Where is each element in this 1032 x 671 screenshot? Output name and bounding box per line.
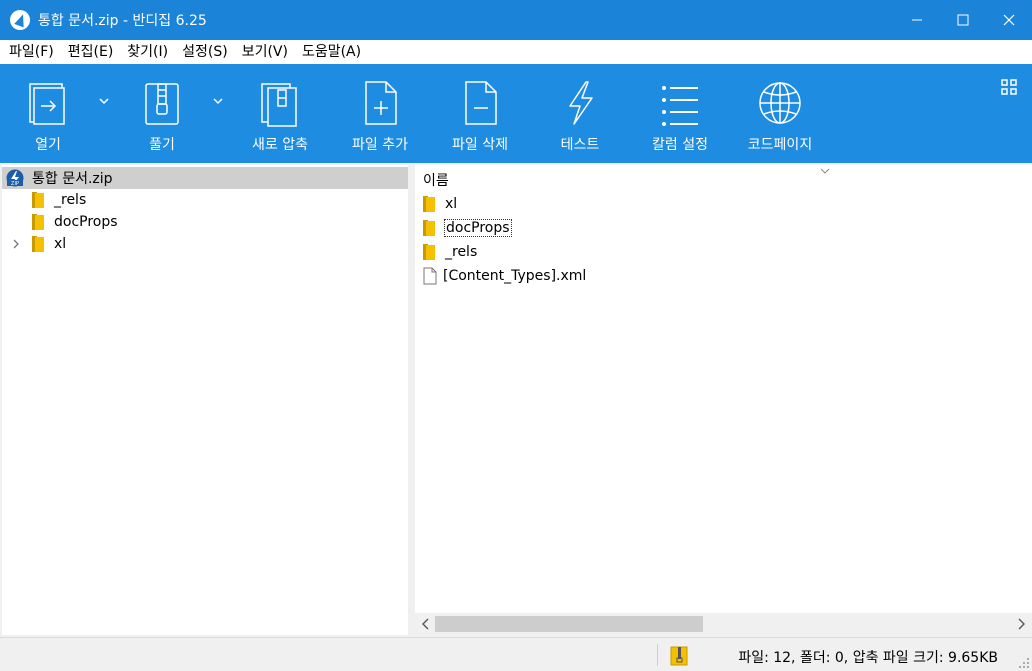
list-item-content-types[interactable]: [Content_Types].xml xyxy=(423,265,586,287)
file-list: 이름 xl docProps _rels [Content_Types].xml xyxy=(415,165,1032,635)
extract-dropdown-icon[interactable] xyxy=(211,94,225,108)
list-columns-icon xyxy=(662,86,698,126)
close-icon xyxy=(1003,14,1015,26)
list-item-label: xl xyxy=(445,196,458,212)
globe-icon xyxy=(759,82,801,124)
open-archive-icon xyxy=(29,83,65,125)
pane-splitter[interactable] xyxy=(409,165,414,635)
tree-item-docprops[interactable]: docProps xyxy=(32,211,118,233)
open-button[interactable]: 열기 xyxy=(10,64,86,163)
tree-item-label: xl xyxy=(54,236,67,252)
toolbar: 열기 풀기 새로 압축 파일 추가 파일 삭제 테스트 칼럼 설정 코드페이지 xyxy=(0,64,1032,163)
menu-edit[interactable]: 편집(E) xyxy=(61,40,121,64)
scrollbar-thumb[interactable] xyxy=(435,616,703,632)
menu-bar: 파일(F) 편집(E) 찾기(I) 설정(S) 보기(V) 도움말(A) xyxy=(0,40,1032,64)
scroll-left-icon[interactable] xyxy=(421,618,431,630)
new-archive-icon xyxy=(261,83,297,127)
menu-view[interactable]: 보기(V) xyxy=(235,40,295,64)
sort-descending-icon xyxy=(820,168,830,174)
codepage-label: 코드페이지 xyxy=(747,137,813,153)
list-item-rels[interactable]: _rels xyxy=(423,241,477,263)
tree-root-label: 통합 문서.zip xyxy=(32,171,113,187)
status-bar: 파일: 12, 폴더: 0, 압축 파일 크기: 9.65KB xyxy=(0,637,1032,671)
window-controls xyxy=(894,0,1032,40)
minimize-icon xyxy=(912,19,922,21)
delete-file-icon xyxy=(465,81,497,125)
folder-icon xyxy=(423,244,435,260)
close-button[interactable] xyxy=(986,0,1032,40)
maximize-button[interactable] xyxy=(940,0,986,40)
tree-item-label: docProps xyxy=(54,214,118,230)
zip-archive-icon: ZIP xyxy=(6,169,24,187)
tree-item-xl[interactable]: xl xyxy=(32,233,66,255)
open-dropdown-icon[interactable] xyxy=(97,94,111,108)
folder-icon xyxy=(32,236,44,252)
expand-chevron-icon[interactable] xyxy=(12,239,20,249)
horizontal-scrollbar[interactable] xyxy=(415,613,1032,635)
extract-label: 풀기 xyxy=(149,137,175,153)
folder-icon xyxy=(32,214,44,230)
folder-icon xyxy=(32,192,44,208)
title-bar: 통합 문서.zip - 반디집 6.25 xyxy=(0,0,1032,40)
open-label: 열기 xyxy=(35,137,61,153)
menu-settings[interactable]: 설정(S) xyxy=(175,40,235,64)
tree-item-rels[interactable]: _rels xyxy=(32,189,86,211)
list-item-label: docProps xyxy=(444,219,512,237)
lightning-icon xyxy=(569,81,593,125)
extract-button[interactable]: 풀기 xyxy=(124,64,200,163)
maximize-icon xyxy=(957,14,969,26)
test-label: 테스트 xyxy=(560,137,600,153)
folder-icon xyxy=(423,220,435,236)
list-item-label: [Content_Types].xml xyxy=(443,268,587,284)
archive-file-icon xyxy=(670,646,688,666)
new-archive-label: 새로 압축 xyxy=(252,137,308,153)
list-item-xl[interactable]: xl xyxy=(423,193,457,215)
resize-grip-icon[interactable] xyxy=(1018,657,1030,669)
status-separator xyxy=(657,644,658,666)
folder-tree: ZIP 통합 문서.zip _rels docProps xl xyxy=(2,165,408,635)
add-file-label: 파일 추가 xyxy=(352,137,408,153)
column-settings-button[interactable]: 칼럼 설정 xyxy=(640,64,720,163)
layout-grid-icon[interactable] xyxy=(1000,78,1018,96)
delete-file-label: 파일 삭제 xyxy=(452,137,508,153)
add-file-button[interactable]: 파일 추가 xyxy=(340,64,420,163)
tree-item-label: _rels xyxy=(54,192,87,208)
new-archive-button[interactable]: 새로 압축 xyxy=(240,64,320,163)
column-header-label: 이름 xyxy=(423,173,449,189)
add-file-icon xyxy=(365,81,397,125)
folder-icon xyxy=(423,196,435,212)
svg-text:ZIP: ZIP xyxy=(11,181,19,187)
window-title: 통합 문서.zip - 반디집 6.25 xyxy=(38,13,207,29)
test-button[interactable]: 테스트 xyxy=(540,64,620,163)
scroll-right-icon[interactable] xyxy=(1016,618,1026,630)
codepage-button[interactable]: 코드페이지 xyxy=(738,64,822,163)
list-item-docprops[interactable]: docProps xyxy=(423,217,512,239)
status-summary: 파일: 12, 폴더: 0, 압축 파일 크기: 9.65KB xyxy=(738,650,998,666)
bandizip-app-icon xyxy=(10,10,30,30)
menu-find[interactable]: 찾기(I) xyxy=(120,40,175,64)
column-header-name[interactable]: 이름 xyxy=(415,165,1032,191)
extract-icon xyxy=(145,83,179,125)
column-settings-label: 칼럼 설정 xyxy=(652,137,708,153)
menu-file[interactable]: 파일(F) xyxy=(2,40,61,64)
document-icon xyxy=(423,267,437,285)
delete-file-button[interactable]: 파일 삭제 xyxy=(440,64,520,163)
tree-root-item[interactable]: ZIP 통합 문서.zip xyxy=(2,167,408,189)
minimize-button[interactable] xyxy=(894,0,940,40)
list-item-label: _rels xyxy=(445,244,478,260)
menu-help[interactable]: 도움말(A) xyxy=(295,40,368,64)
